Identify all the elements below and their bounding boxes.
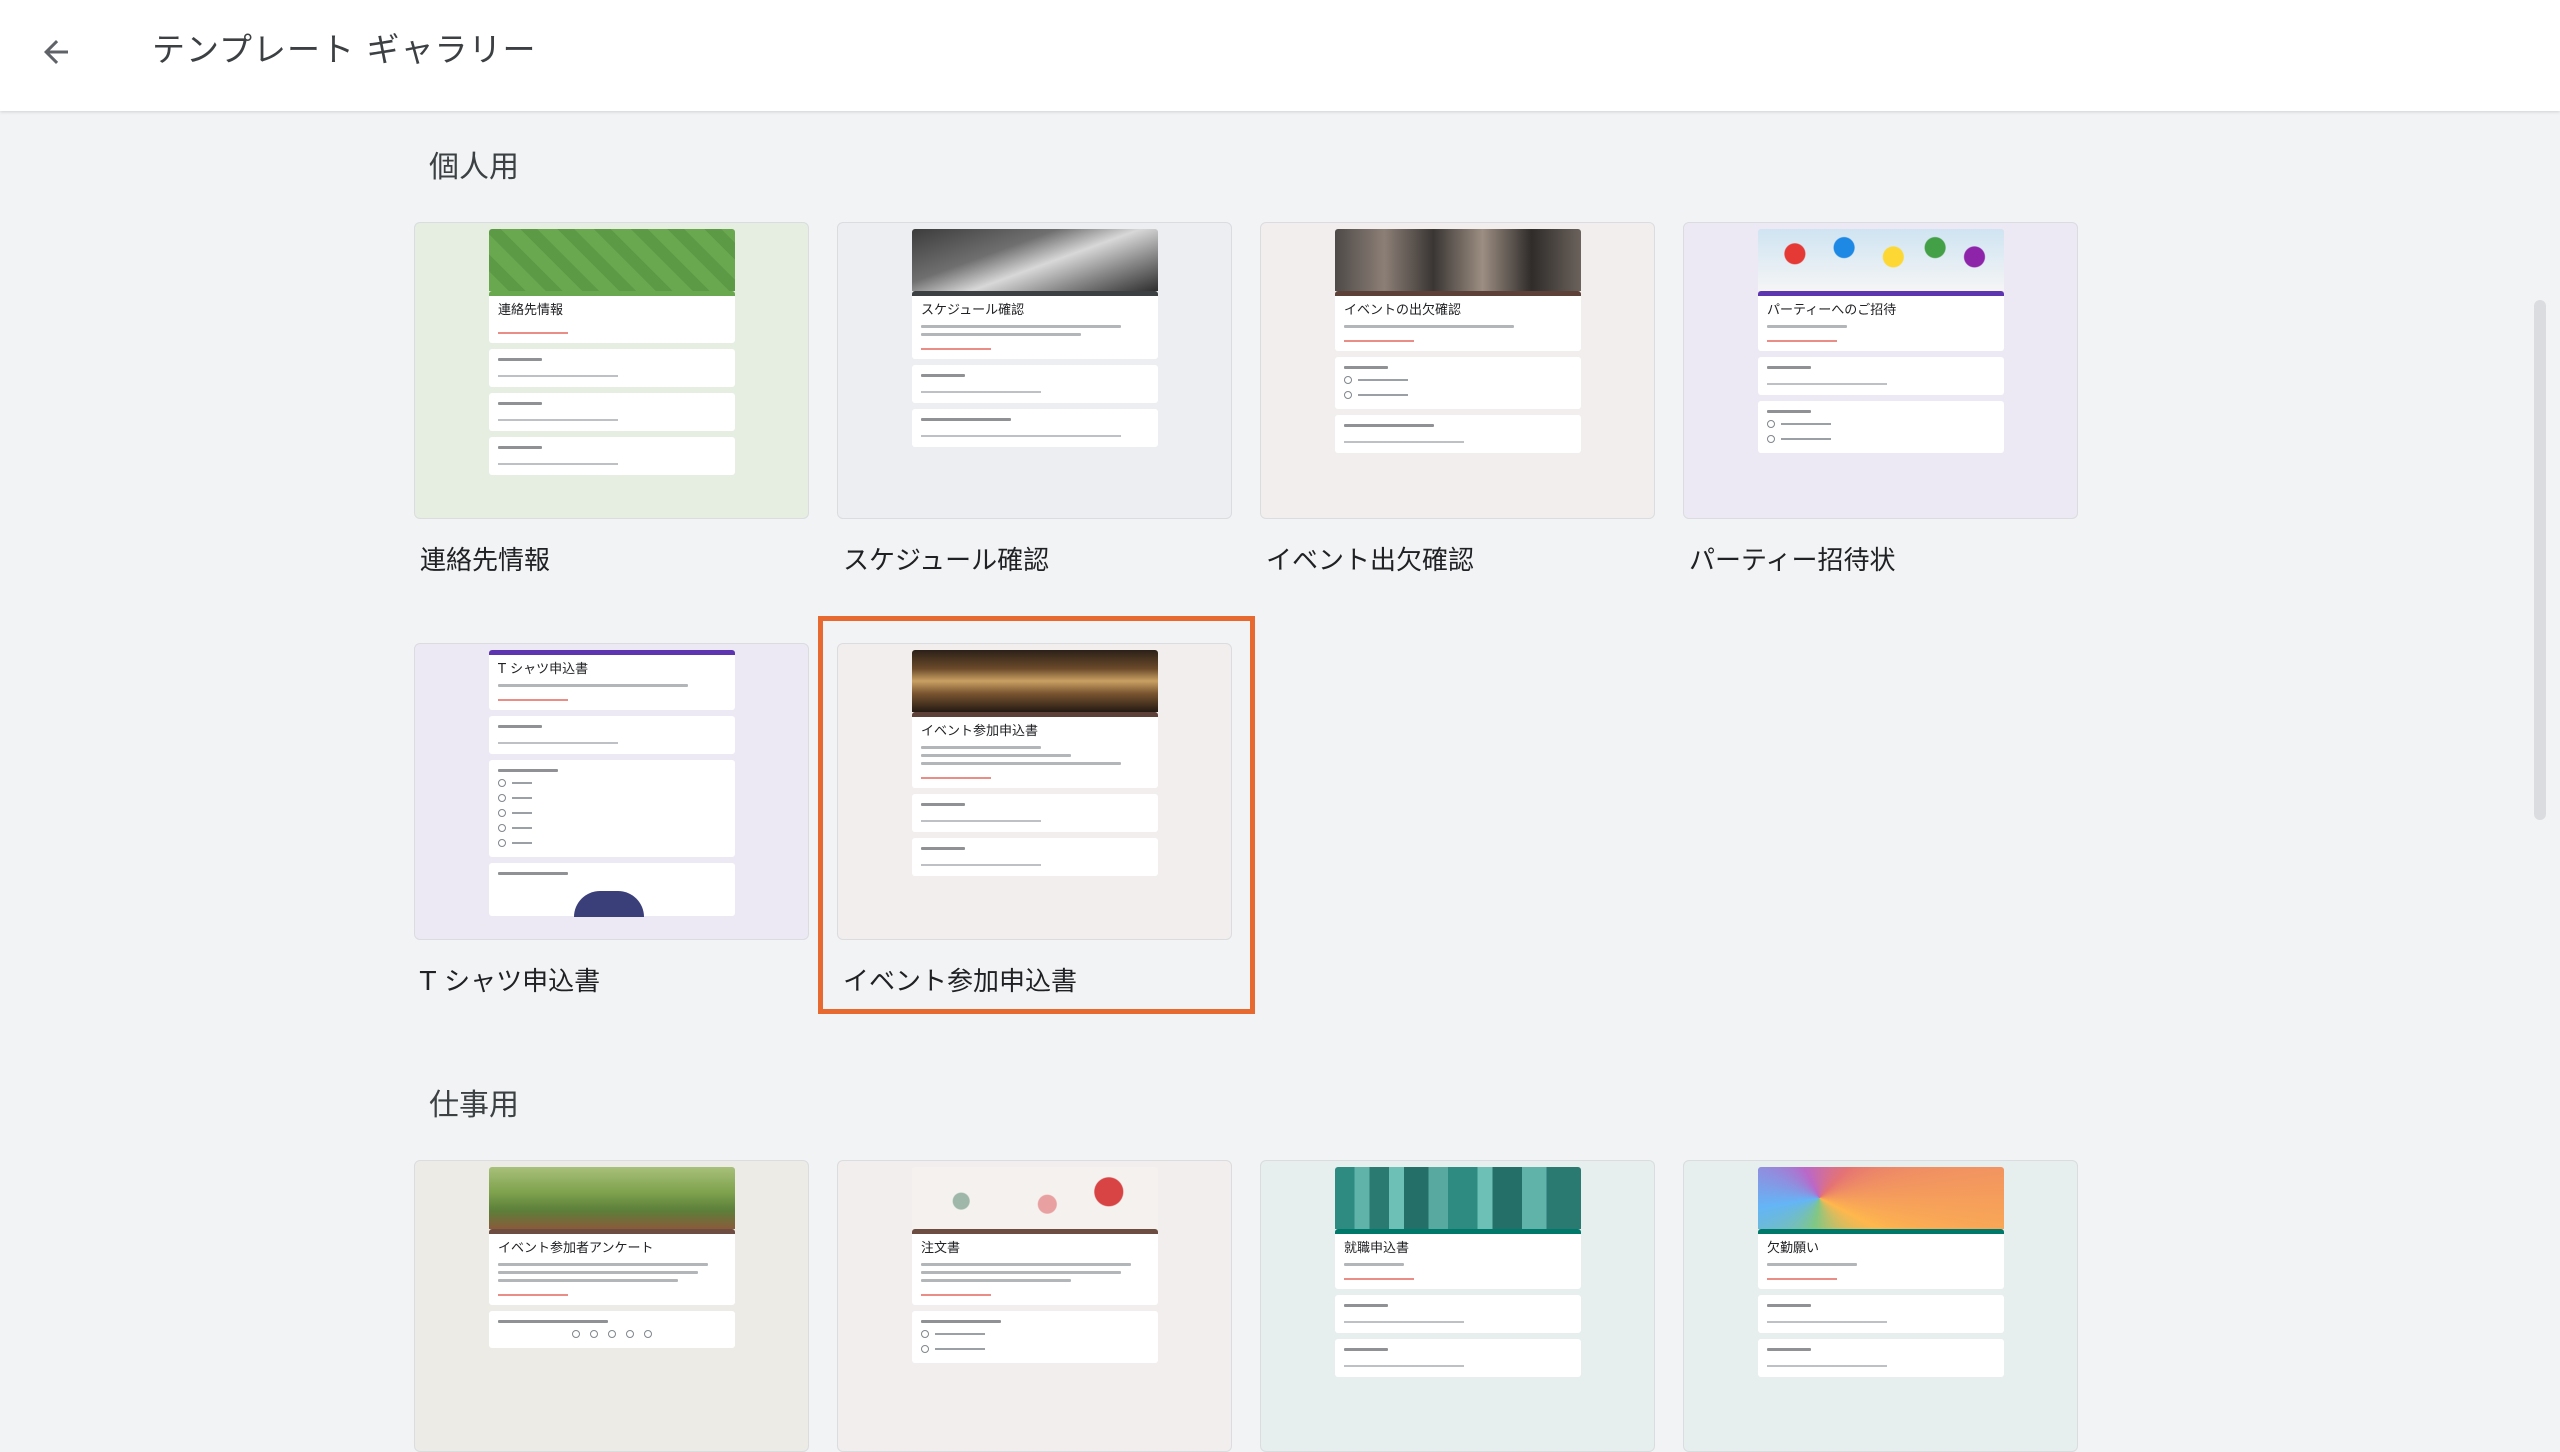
template-thumbnail: スケジュール確認 bbox=[837, 222, 1232, 519]
header-image bbox=[912, 650, 1158, 712]
form-title: 就職申込書 bbox=[1344, 1241, 1410, 1256]
template-thumbnail: 就職申込書 bbox=[1260, 1160, 1655, 1452]
form-title: T シャツ申込書 bbox=[498, 662, 589, 677]
template-card-order-form[interactable]: 注文書 bbox=[837, 1160, 1232, 1452]
template-thumbnail: 注文書 bbox=[837, 1160, 1232, 1452]
template-thumbnail: パーティーへのご招待 bbox=[1683, 222, 2078, 519]
template-label: パーティー招待状 bbox=[1689, 546, 1896, 576]
form-title: イベント参加者アンケート bbox=[498, 1241, 654, 1256]
form-title: スケジュール確認 bbox=[921, 303, 1025, 318]
header-image bbox=[1335, 229, 1581, 291]
template-card-event-registration[interactable]: イベント参加申込書 イベント参加申込書 bbox=[837, 643, 1232, 997]
template-thumbnail: イベント参加申込書 bbox=[837, 643, 1232, 940]
section-title-personal: 個人用 bbox=[429, 150, 519, 185]
header-image bbox=[1758, 1167, 2004, 1229]
template-card-party-invite[interactable]: パーティーへのご招待 パーティー招待状 bbox=[1683, 222, 2078, 576]
form-title: 注文書 bbox=[921, 1241, 961, 1256]
template-thumbnail: T シャツ申込書 bbox=[414, 643, 809, 940]
template-card-event-feedback[interactable]: イベント参加者アンケート bbox=[414, 1160, 809, 1452]
template-card-leave-request[interactable]: 欠勤願い bbox=[1683, 1160, 2078, 1452]
form-title: イベント参加申込書 bbox=[921, 724, 1039, 739]
template-card-event-rsvp[interactable]: イベントの出欠確認 イベント出欠確認 bbox=[1260, 222, 1655, 576]
template-thumbnail: 連絡先情報 bbox=[414, 222, 809, 519]
template-label: T シャツ申込書 bbox=[420, 967, 601, 997]
template-card-schedule[interactable]: スケジュール確認 スケジュール確認 bbox=[837, 222, 1232, 576]
header-image bbox=[912, 1167, 1158, 1229]
template-label: イベント出欠確認 bbox=[1266, 546, 1475, 576]
vertical-scrollbar[interactable] bbox=[2534, 300, 2546, 820]
section-title-work: 仕事用 bbox=[429, 1088, 519, 1123]
template-card-job-application[interactable]: 就職申込書 bbox=[1260, 1160, 1655, 1452]
header-image bbox=[1335, 1167, 1581, 1229]
form-title: 連絡先情報 bbox=[498, 303, 564, 318]
template-thumbnail: イベント参加者アンケート bbox=[414, 1160, 809, 1452]
header-image bbox=[1758, 229, 2004, 291]
template-label: 連絡先情報 bbox=[420, 546, 551, 576]
header-image bbox=[489, 229, 735, 291]
page-title: テンプレート ギャラリー bbox=[152, 30, 537, 69]
template-label: イベント参加申込書 bbox=[843, 967, 1078, 997]
arrow-back-icon bbox=[44, 40, 68, 64]
header-image bbox=[489, 1167, 735, 1229]
form-title: 欠勤願い bbox=[1767, 1241, 1820, 1256]
top-app-bar: テンプレート ギャラリー bbox=[0, 0, 2560, 111]
template-thumbnail: 欠勤願い bbox=[1683, 1160, 2078, 1452]
template-thumbnail: イベントの出欠確認 bbox=[1260, 222, 1655, 519]
form-title: イベントの出欠確認 bbox=[1344, 303, 1462, 318]
template-label: スケジュール確認 bbox=[843, 546, 1050, 576]
template-card-tshirt-order[interactable]: T シャツ申込書 T シャツ申込書 bbox=[414, 643, 809, 997]
tshirt-preview-image bbox=[574, 891, 644, 917]
template-card-contact-info[interactable]: 連絡先情報 連絡先情報 bbox=[414, 222, 809, 576]
form-title: パーティーへのご招待 bbox=[1767, 303, 1897, 318]
back-button[interactable] bbox=[26, 22, 86, 82]
header-image bbox=[912, 229, 1158, 291]
